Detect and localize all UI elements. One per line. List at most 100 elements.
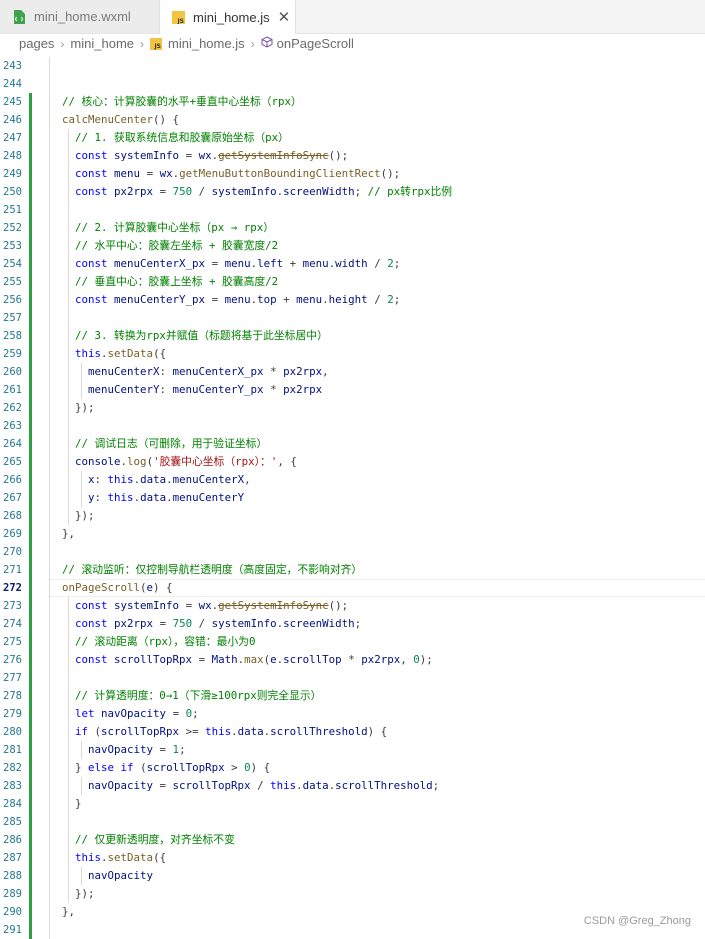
code-text: // 3. 转换为rpx并赋值（标题将基于此坐标居中） [75,329,328,342]
code-line[interactable]: 265 console.log('胶囊中心坐标（rpx）：', { [0,453,705,471]
code-text: // 2. 计算胶囊中心坐标（px → rpx） [75,221,274,234]
tab-mini-home-wxml[interactable]: mini_home.wxml [0,0,160,33]
code-text: calcMenuCenter() { [62,113,180,126]
code-line[interactable]: 269}, [0,525,705,543]
code-line[interactable]: 275 // 滚动距离（rpx），容错：最小为0 [0,633,705,651]
code-line[interactable]: 278 // 计算透明度：0→1（下滑≥100rpx则完全显示） [0,687,705,705]
code-line[interactable]: 257 [0,309,705,327]
git-change-bar [29,93,32,939]
code-line[interactable]: 248 const systemInfo = wx.getSystemInfoS… [0,147,705,165]
line-number: 281 [3,744,22,756]
line-number: 249 [3,168,22,180]
line-number: 267 [3,492,22,504]
breadcrumb-item-folder[interactable]: mini_home [70,36,134,51]
code-text: navOpacity [88,869,154,882]
code-line[interactable]: 260 menuCenterX: menuCenterX_px * px2rpx… [0,363,705,381]
code-text: }); [62,509,95,522]
code-line[interactable]: 262 }); [0,399,705,417]
code-text: // 1. 获取系统信息和胶囊原始坐标（px） [75,131,289,144]
code-line[interactable]: 270 [0,543,705,561]
line-number: 286 [3,834,22,846]
line-number: 264 [3,438,22,450]
code-line[interactable]: 274 const px2rpx = 750 / systemInfo.scre… [0,615,705,633]
code-line[interactable]: 250 const px2rpx = 750 / systemInfo.scre… [0,183,705,201]
line-number: 255 [3,276,22,288]
code-line[interactable]: 254 const menuCenterX_px = menu.left + m… [0,255,705,273]
close-icon[interactable]: ✕ [278,8,291,26]
code-line[interactable]: 252 // 2. 计算胶囊中心坐标（px → rpx） [0,219,705,237]
code-text: this.setData({ [75,347,167,360]
code-line[interactable]: 277 [0,669,705,687]
code-text: // 水平中心：胶囊左坐标 + 胶囊宽度/2 [75,239,279,252]
code-line[interactable]: 283 navOpacity = scrollTopRpx / this.dat… [0,777,705,795]
line-number: 262 [3,402,22,414]
line-number: 272 [3,582,22,594]
code-text: if (scrollTopRpx >= this.data.scrollThre… [75,725,388,738]
code-text: const px2rpx = 750 / systemInfo.screenWi… [75,185,453,198]
code-line[interactable]: 284 } [0,795,705,813]
code-text: const px2rpx = 750 / systemInfo.screenWi… [75,617,362,630]
breadcrumb-item-file[interactable]: mini_home.js [168,36,245,51]
code-line[interactable]: 282 } else if (scrollTopRpx > 0) { [0,759,705,777]
line-number: 265 [3,456,22,468]
indent-guide [81,363,82,399]
code-line[interactable]: 258 // 3. 转换为rpx并赋值（标题将基于此坐标居中） [0,327,705,345]
code-text: // 仅更新透明度，对齐坐标不变 [75,833,235,846]
editor-tab-bar: mini_home.wxml JS mini_home.js ✕ [0,0,705,34]
indent-guide [81,741,82,759]
code-line[interactable]: 280 if (scrollTopRpx >= this.data.scroll… [0,723,705,741]
line-number: 254 [3,258,22,270]
js-file-icon: JS [150,37,163,50]
code-line[interactable]: 276 const scrollTopRpx = Math.max(e.scro… [0,651,705,669]
code-line[interactable]: 243 [0,57,705,75]
code-line[interactable]: 289 }); [0,885,705,903]
code-line[interactable]: 244 [0,75,705,93]
line-number: 273 [3,600,22,612]
code-line[interactable]: 268 }); [0,507,705,525]
code-line[interactable]: 264 // 调试日志（可删除，用于验证坐标） [0,435,705,453]
code-line[interactable]: 251 [0,201,705,219]
breadcrumb-item-pages[interactable]: pages [19,36,54,51]
code-text: } else if (scrollTopRpx > 0) { [62,761,271,774]
code-line[interactable]: 288 navOpacity [0,867,705,885]
code-line[interactable]: 271 // 滚动监听：仅控制导航栏透明度（高度固定，不影响对齐） [0,561,705,579]
line-number: 250 [3,186,22,198]
indent-guide [68,129,69,525]
code-line[interactable]: 253 // 水平中心：胶囊左坐标 + 胶囊宽度/2 [0,237,705,255]
tab-mini-home-js[interactable]: JS mini_home.js ✕ [160,0,296,34]
line-number: 276 [3,654,22,666]
code-line[interactable]: 266 x: this.data.menuCenterX, [0,471,705,489]
code-text: // 垂直中心：胶囊上坐标 + 胶囊高度/2 [75,275,279,288]
code-line[interactable]: 281 navOpacity = 1; [0,741,705,759]
indent-guide [81,777,82,795]
code-line[interactable]: 286 // 仅更新透明度，对齐坐标不变 [0,831,705,849]
indent-guide [81,471,82,507]
line-number: 270 [3,546,22,558]
code-text: }); [62,887,95,900]
indent-guide [68,597,69,903]
code-line[interactable]: 246 calcMenuCenter() { [0,111,705,129]
code-line[interactable]: 267 y: this.data.menuCenterY [0,489,705,507]
code-line[interactable]: 245 // 核心：计算胶囊的水平+垂直中心坐标（rpx） [0,93,705,111]
code-line[interactable]: 263 [0,417,705,435]
code-text: console.log('胶囊中心坐标（rpx）：', { [75,455,297,468]
code-line[interactable]: 247 // 1. 获取系统信息和胶囊原始坐标（px） [0,129,705,147]
line-number: 290 [3,906,22,918]
code-text: y: this.data.menuCenterY [88,491,245,504]
code-text: }); [62,401,95,414]
code-line[interactable]: 256 const menuCenterY_px = menu.top + me… [0,291,705,309]
code-line[interactable]: 287 this.setData({ [0,849,705,867]
code-line[interactable]: 255 // 垂直中心：胶囊上坐标 + 胶囊高度/2 [0,273,705,291]
breadcrumb-item-symbol[interactable]: onPageScroll [277,36,354,51]
line-number: 269 [3,528,22,540]
code-editor[interactable]: 243 244 245 // 核心：计算胶囊的水平+垂直中心坐标（rpx） 246 cal… [0,53,705,939]
line-number: 261 [3,384,22,396]
code-line[interactable]: 273 const systemInfo = wx.getSystemInfoS… [0,597,705,615]
code-line[interactable]: 285 [0,813,705,831]
code-line[interactable]: 261 menuCenterY: menuCenterY_px * px2rpx [0,381,705,399]
code-line[interactable]: 249 const menu = wx.getMenuButtonBoundin… [0,165,705,183]
code-line[interactable]: 259 this.setData({ [0,345,705,363]
code-line[interactable]: 272 onPageScroll(e) { [0,579,705,597]
code-line[interactable]: 279 let navOpacity = 0; [0,705,705,723]
line-number: 279 [3,708,22,720]
